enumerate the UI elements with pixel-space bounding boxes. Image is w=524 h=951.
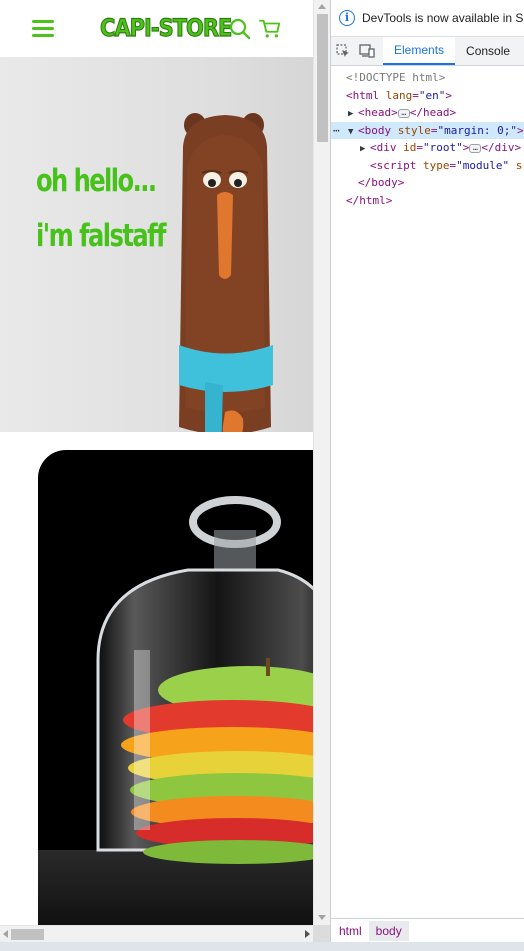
glass-jar-fruit-image	[38, 496, 313, 925]
search-icon[interactable]	[229, 18, 251, 40]
div-attr-value: "root"	[423, 141, 463, 154]
html-attr-name: lang	[385, 88, 413, 102]
dom-node-html[interactable]: <html lang="en">	[331, 87, 524, 105]
hero-banner: oh hello... i'm falstaff	[0, 57, 313, 432]
device-toolbar-icon[interactable]	[355, 37, 379, 65]
scroll-left-arrow-icon[interactable]	[3, 930, 8, 938]
body-tag-end: >	[516, 123, 524, 137]
scroll-down-arrow-icon[interactable]	[318, 915, 326, 920]
scroll-up-arrow-icon[interactable]	[318, 4, 326, 9]
script-attr-name: type	[422, 158, 450, 172]
vertical-scroll-thumb[interactable]	[317, 14, 328, 142]
window-bottom-edge	[0, 942, 524, 951]
tab-elements[interactable]: Elements	[383, 37, 456, 65]
body-close-tag: </body>	[358, 176, 405, 189]
div-tag-end: >	[462, 141, 470, 154]
html-close-tag: </html>	[346, 193, 393, 207]
devtools-tabbar: Elements Console	[331, 36, 524, 66]
body-attr-value: "margin: 0;"	[437, 123, 517, 137]
script-attr-truncated: sr	[515, 158, 524, 172]
collapsed-ellipsis-icon[interactable]: …	[469, 143, 482, 153]
breadcrumb-html[interactable]: html	[332, 921, 369, 941]
div-attr-name: id	[403, 141, 417, 154]
dom-node-div-root[interactable]: ▶ <div id="root">… </div>	[331, 139, 524, 157]
hero-line-1: oh hello...	[36, 163, 157, 199]
html-tag-end: >	[445, 88, 452, 102]
product-card-image[interactable]	[38, 450, 313, 925]
div-open-tag: <div	[370, 141, 397, 154]
dom-node-html-close[interactable]: </html>	[331, 192, 524, 210]
breadcrumb-body[interactable]: body	[368, 920, 409, 941]
script-open-tag: <script	[370, 158, 417, 172]
dom-node-doctype[interactable]: <!DOCTYPE html>	[331, 69, 524, 87]
site-header: CAPI-STORE	[0, 0, 313, 57]
vertical-scrollbar[interactable]	[313, 0, 330, 925]
devtools-breadcrumb-bar: html body	[331, 918, 524, 942]
info-icon: i	[339, 10, 355, 26]
dom-node-head[interactable]: ▶ <head>… </head>	[331, 104, 524, 122]
collapsed-ellipsis-icon[interactable]: …	[397, 108, 410, 118]
head-open-tag: <head>	[358, 106, 398, 119]
site-logo[interactable]: CAPI-STORE	[99, 13, 232, 43]
horizontal-scroll-thumb[interactable]	[11, 929, 44, 940]
body-open-tag: <body	[358, 123, 392, 137]
div-close-tag: </div>	[481, 141, 522, 154]
info-text: DevTools is now available in Sp	[362, 11, 524, 25]
falstaff-bear-image	[179, 113, 273, 432]
dom-tree: <!DOCTYPE html> <html lang="en"> ▶ <head>…	[331, 66, 524, 209]
html-tag: <html	[346, 88, 380, 102]
dom-node-script[interactable]: <script type="module" sr	[331, 157, 524, 175]
node-actions-icon[interactable]: ⋯	[333, 122, 340, 140]
body-attr-name: style	[397, 123, 431, 137]
devtools-panel: i DevTools is now available in Sp Elemen…	[330, 0, 524, 942]
tab-console[interactable]: Console	[455, 37, 521, 65]
site-viewport: CAPI-STORE oh hello... i'm falstaff	[0, 0, 313, 925]
script-attr-value: "module"	[456, 158, 510, 172]
head-close-tag: </head>	[409, 106, 457, 119]
dom-node-body[interactable]: ⋯ ▼ <body style="margin: 0;">	[331, 121, 524, 140]
scroll-right-arrow-icon[interactable]	[305, 930, 310, 938]
scrollbar-corner	[313, 925, 330, 942]
hero-line-2: i'm falstaff	[36, 218, 167, 254]
horizontal-scrollbar[interactable]	[0, 925, 313, 942]
html-attr-value: "en"	[418, 88, 446, 102]
devtools-info-bar: i DevTools is now available in Sp	[331, 0, 524, 36]
logo-text: CAPI-STORE	[99, 14, 232, 43]
cart-icon[interactable]	[259, 18, 281, 40]
hamburger-menu-icon[interactable]	[32, 20, 54, 38]
doctype-text: <!DOCTYPE html>	[346, 71, 446, 84]
inspect-element-icon[interactable]	[331, 37, 355, 65]
dom-node-body-close[interactable]: </body>	[331, 174, 524, 192]
